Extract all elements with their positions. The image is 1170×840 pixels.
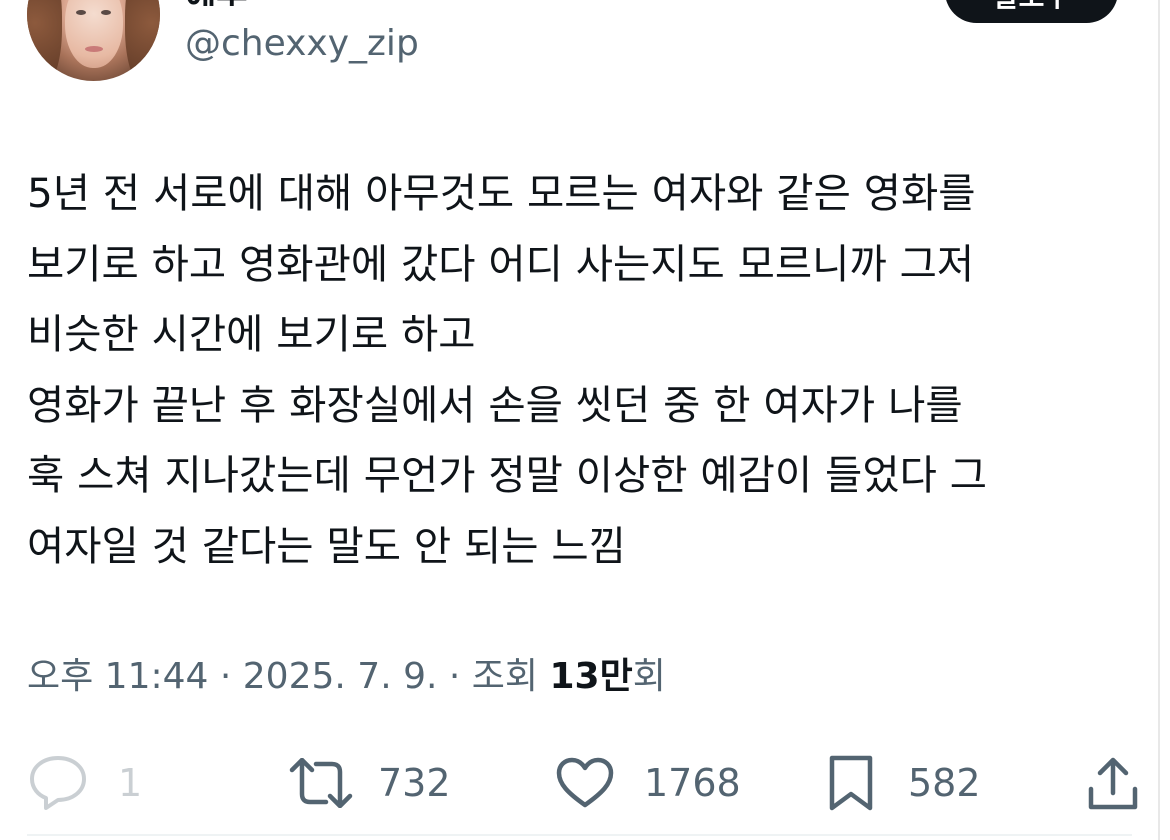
heart-icon xyxy=(556,757,614,807)
share-button[interactable] xyxy=(1087,750,1139,815)
tweet-line: 훅 스쳐 지나갔는데 무언가 정말 이상한 예감이 들었다 그 xyxy=(27,451,987,499)
tweet-line: 영화가 끝난 후 화장실에서 손을 씻던 중 한 여자가 나를 xyxy=(27,380,963,429)
reply-count: 1 xyxy=(118,760,143,805)
scroll-edge xyxy=(1158,0,1160,840)
bookmark-button[interactable]: 582 xyxy=(828,750,981,815)
follow-button-label: 팔로우 xyxy=(993,0,1070,15)
meta-separator: · xyxy=(437,656,472,697)
retweet-icon xyxy=(289,757,353,808)
tweet-text: 5년 전 서로에 대해 아무것도 모르는 여자와 같은 영화를 보기로 하고 영… xyxy=(27,158,1132,581)
retweet-count: 732 xyxy=(378,760,451,805)
display-name[interactable]: 에우 xyxy=(185,0,248,6)
follow-button[interactable]: 팔로우 xyxy=(945,0,1118,23)
retweet-button[interactable]: 732 xyxy=(288,750,451,815)
tweet-line: 보기로 하고 영화관에 갔다 어디 사는지도 모르니까 그저 xyxy=(27,239,975,288)
like-count: 1768 xyxy=(644,760,741,805)
meta-separator: · xyxy=(208,656,243,697)
tweet-meta: 오후 11:44 · 2025. 7. 9. · 조회 13만회 xyxy=(27,650,666,704)
tweet-line: 5년 전 서로에 대해 아무것도 모르는 여자와 같은 영화를 xyxy=(27,169,976,217)
tweet-time[interactable]: 오후 11:44 xyxy=(27,656,208,697)
bookmark-count: 582 xyxy=(908,760,981,805)
views-count: 13만 xyxy=(549,656,633,697)
bookmark-icon xyxy=(829,755,873,810)
views-suffix: 회 xyxy=(632,656,666,697)
tweet-line: 여자일 것 같다는 말도 안 되는 느낌 xyxy=(27,521,626,570)
action-bar: 1 732 1768 582 xyxy=(0,750,1160,815)
user-handle[interactable]: @chexxy_zip xyxy=(185,20,419,68)
tweet-date[interactable]: 2025. 7. 9. xyxy=(243,656,438,697)
divider xyxy=(27,834,1132,836)
share-icon xyxy=(1088,757,1138,809)
reply-icon xyxy=(30,755,86,810)
reply-button[interactable]: 1 xyxy=(28,750,142,815)
like-button[interactable]: 1768 xyxy=(556,750,741,815)
avatar[interactable] xyxy=(27,0,160,81)
views-label: 조회 xyxy=(471,656,539,697)
tweet-line: 비슷한 시간에 보기로 하고 xyxy=(27,310,476,358)
